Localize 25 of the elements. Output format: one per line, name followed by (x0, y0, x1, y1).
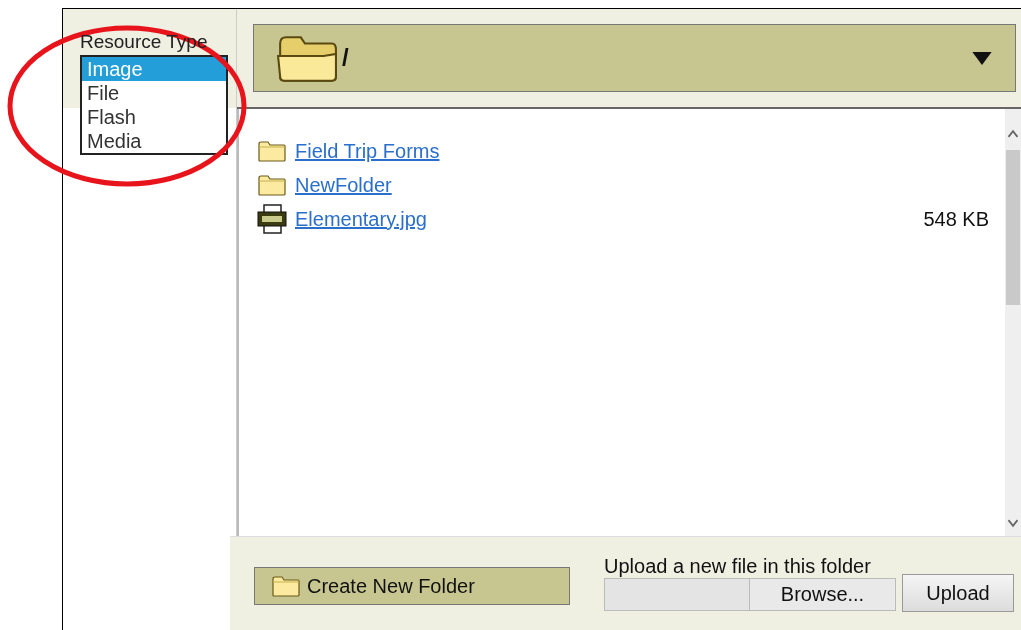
browse-button[interactable]: Browse... (749, 579, 895, 610)
list-option[interactable]: File (82, 81, 226, 105)
folder-icon (276, 33, 338, 83)
list-option[interactable]: Flash (82, 105, 226, 129)
file-link[interactable]: NewFolder (295, 173, 392, 197)
file-link[interactable]: Elementary.jpg (295, 207, 427, 231)
file-size: 548 KB (923, 207, 989, 231)
resource-type-listbox[interactable]: Image File Flash Media (80, 55, 228, 155)
upload-label: Upload a new file in this folder (604, 554, 872, 578)
scrollbar[interactable] (1005, 109, 1021, 536)
scroll-thumb[interactable] (1006, 150, 1020, 305)
scroll-down-icon[interactable] (1007, 519, 1019, 528)
scroll-up-icon[interactable] (1007, 129, 1019, 138)
dropdown-arrow-icon[interactable] (971, 50, 993, 66)
folder-icon (271, 574, 301, 598)
image-file-icon (257, 204, 287, 234)
create-folder-button[interactable]: Create New Folder (254, 567, 570, 605)
path-bar[interactable]: / (253, 24, 1016, 92)
folder-icon (257, 139, 287, 163)
folder-icon (257, 173, 287, 197)
upload-button[interactable]: Upload (902, 574, 1014, 612)
folder-path: / (342, 44, 349, 72)
file-input-field[interactable]: Browse... (604, 578, 896, 611)
file-link[interactable]: Field Trip Forms (295, 139, 440, 163)
list-option[interactable]: Media (82, 129, 226, 153)
